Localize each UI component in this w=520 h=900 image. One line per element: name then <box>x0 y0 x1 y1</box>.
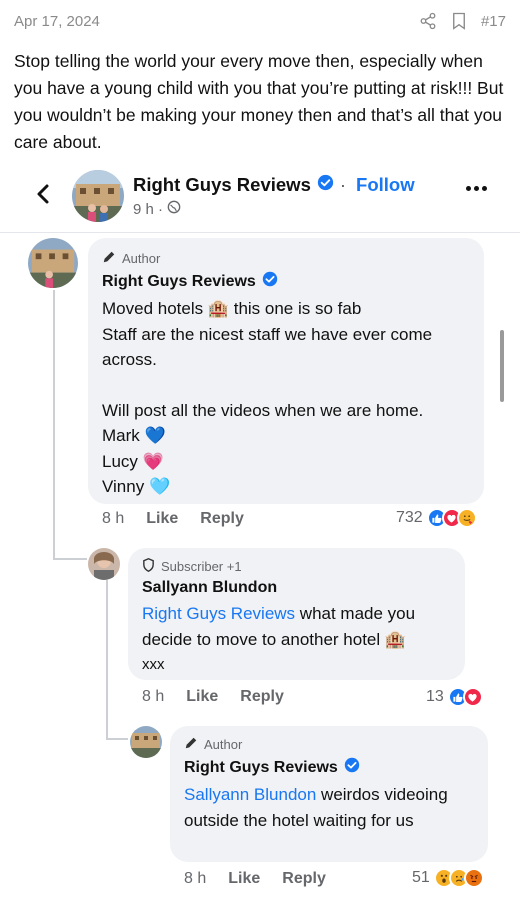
post-actions: #17 <box>419 12 506 30</box>
mention-link[interactable]: Sallyann Blundon <box>184 785 316 804</box>
badge-label: Subscriber +1 <box>161 559 242 574</box>
verified-badge-icon <box>262 271 278 292</box>
post-date: Apr 17, 2024 <box>14 12 100 30</box>
thread-line <box>53 290 55 560</box>
header-divider <box>0 232 520 233</box>
bookmark-icon[interactable] <box>451 12 467 30</box>
page-avatar[interactable] <box>72 170 124 222</box>
reaction-summary[interactable]: 732 <box>396 508 477 528</box>
separator: · <box>339 174 347 195</box>
scrollbar[interactable] <box>500 330 504 402</box>
reaction-count: 51 <box>412 869 430 886</box>
comment-actions: 8 h Like Reply <box>142 688 306 706</box>
globe-icon <box>167 200 181 218</box>
author-avatar[interactable] <box>130 726 162 758</box>
badge-label: Author <box>204 737 243 752</box>
badge-label: Author <box>122 251 161 266</box>
post-time-text: 9 h · <box>133 200 164 218</box>
verified-badge-icon <box>344 757 360 778</box>
reaction-summary[interactable]: 13 <box>426 687 483 707</box>
shield-icon <box>142 558 155 575</box>
embedded-screenshot: Right Guys Reviews · Follow 9 h · Author… <box>0 160 520 900</box>
subscriber-badge: Subscriber +1 <box>142 558 451 575</box>
commenter-name-text[interactable]: Sallyann Blundon <box>142 579 277 597</box>
author-avatar[interactable] <box>28 238 78 288</box>
comment-line: Staff are the nicest staff we have ever … <box>102 324 433 370</box>
comment-text: Moved hotels 🏨 this one is so fab Staff … <box>102 296 470 500</box>
comment-actions: 8 h Like Reply <box>184 870 348 888</box>
author-badge: Author <box>102 250 470 267</box>
comment-bubble: Author Right Guys Reviews Sallyann Blund… <box>170 726 488 862</box>
post-number: #17 <box>480 12 506 30</box>
reply-button[interactable]: Reply <box>282 870 326 888</box>
reaction-summary[interactable]: 51 <box>412 868 484 888</box>
comment-bubble: Subscriber +1 Sallyann Blundon Right Guy… <box>128 548 465 680</box>
commenter-name-text[interactable]: Right Guys Reviews <box>184 759 338 777</box>
comment-bubble: Author Right Guys Reviews Moved hotels 🏨… <box>88 238 484 504</box>
comment-time: 8 h <box>142 688 165 705</box>
care-reaction-icon <box>456 508 477 528</box>
reply-button[interactable]: Reply <box>240 688 284 706</box>
love-reaction-icon <box>462 687 483 707</box>
reply-button[interactable]: Reply <box>200 510 244 528</box>
page-name[interactable]: Right Guys Reviews <box>133 174 311 196</box>
like-button[interactable]: Like <box>146 510 178 528</box>
angry-reaction-icon <box>463 868 484 888</box>
commenter-name: Right Guys Reviews <box>184 757 474 778</box>
thread-connector <box>53 558 87 560</box>
comment-line: xxx <box>142 656 165 673</box>
thread-line-2 <box>106 580 108 740</box>
like-button[interactable]: Like <box>186 688 218 706</box>
commenter-name-text[interactable]: Right Guys Reviews <box>102 273 256 291</box>
author-badge: Author <box>184 736 474 753</box>
comment-text: Sallyann Blundon weirdos videoing outsid… <box>184 782 474 833</box>
post-time: 9 h · <box>133 200 181 218</box>
like-button[interactable]: Like <box>228 870 260 888</box>
comment-line: Will post all the videos when we are hom… <box>102 400 424 420</box>
post-body: Stop telling the world your every move t… <box>14 51 504 152</box>
back-arrow-icon[interactable] <box>30 180 58 208</box>
comment-line: Moved hotels 🏨 this one is so fab <box>102 299 362 318</box>
post-meta: Apr 17, 2024 #17 <box>14 10 506 32</box>
page-title: Right Guys Reviews · Follow <box>133 174 415 196</box>
subscriber-avatar[interactable] <box>88 548 120 580</box>
comment-line: Lucy 💗 <box>102 451 164 471</box>
share-icon[interactable] <box>419 12 437 30</box>
verified-badge-icon <box>317 174 334 196</box>
comment-actions: 8 h Like Reply <box>102 510 266 528</box>
thread-connector-2 <box>106 738 128 740</box>
comment-header: Right Guys Reviews · Follow 9 h · <box>0 160 520 230</box>
commenter-name: Right Guys Reviews <box>102 271 470 292</box>
pencil-icon <box>102 250 116 267</box>
follow-button[interactable]: Follow <box>356 174 415 196</box>
reaction-count: 13 <box>426 688 444 705</box>
comment-line: Vinny 🩵 <box>102 477 171 496</box>
comment-line: Mark 💙 <box>102 426 166 445</box>
comment-text: Right Guys Reviews what made you decide … <box>142 601 451 678</box>
mention-link[interactable]: Right Guys Reviews <box>142 604 295 623</box>
pencil-icon <box>184 736 198 753</box>
reaction-count: 732 <box>396 509 423 526</box>
commenter-name: Sallyann Blundon <box>142 579 451 597</box>
comment-time: 8 h <box>184 870 207 887</box>
more-options-icon[interactable] <box>466 186 487 191</box>
comment-time: 8 h <box>102 510 125 527</box>
